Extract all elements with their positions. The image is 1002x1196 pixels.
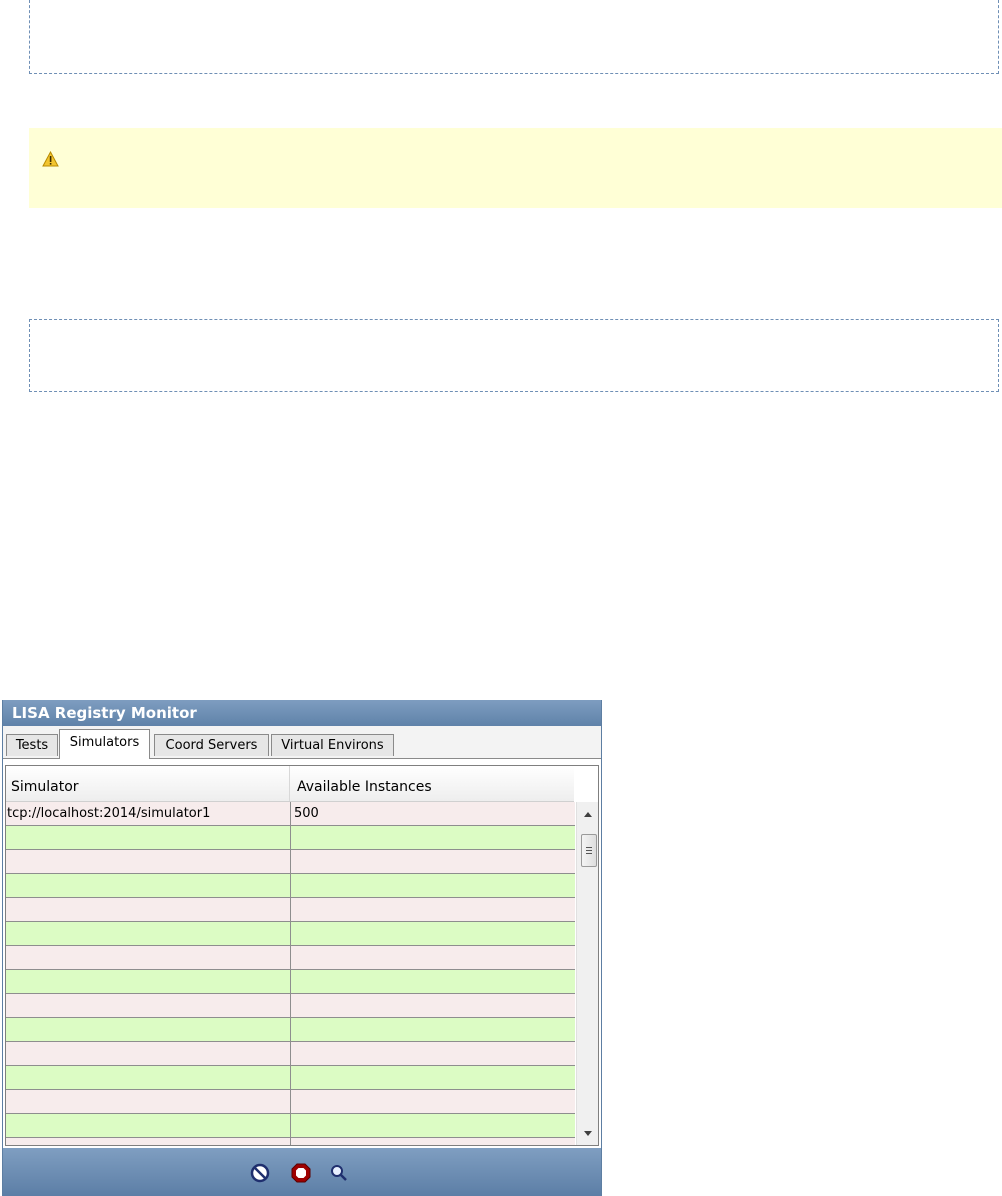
cell-available-instances[interactable]: [291, 874, 575, 897]
registry-monitor-window: LISA Registry Monitor Tests Simulators C…: [2, 700, 602, 1196]
cancel-icon[interactable]: [249, 1162, 271, 1184]
cell-simulator[interactable]: [6, 898, 291, 921]
table-row[interactable]: [6, 1066, 575, 1090]
cell-available-instances[interactable]: [291, 946, 575, 969]
simulators-table: Simulator Available Instances tcp://loca…: [5, 765, 599, 1146]
cell-simulator[interactable]: [6, 994, 291, 1017]
cell-available-instances[interactable]: [291, 922, 575, 945]
page: LISA Registry Monitor Tests Simulators C…: [0, 0, 1002, 1196]
cell-simulator[interactable]: [6, 1090, 291, 1113]
cell-available-instances[interactable]: [291, 1042, 575, 1065]
cell-available-instances[interactable]: 500: [291, 802, 575, 825]
table-row[interactable]: [6, 1090, 575, 1114]
column-header-simulator[interactable]: Simulator: [6, 766, 290, 801]
cell-simulator[interactable]: [6, 1114, 291, 1137]
table-row[interactable]: [6, 1042, 575, 1066]
tab-tests[interactable]: Tests: [6, 734, 58, 756]
cell-simulator[interactable]: [6, 970, 291, 993]
warning-panel: [29, 128, 1002, 208]
table-row[interactable]: [6, 1138, 575, 1145]
cell-simulator[interactable]: [6, 1066, 291, 1089]
dashed-panel-top: [29, 0, 999, 74]
cell-simulator[interactable]: [6, 874, 291, 897]
search-icon[interactable]: [328, 1162, 350, 1184]
table-row[interactable]: [6, 1114, 575, 1138]
cell-simulator[interactable]: [6, 1138, 291, 1145]
tab-virtual-environs[interactable]: Virtual Environs: [271, 734, 394, 756]
grip-line: [586, 853, 592, 854]
table-body: tcp://localhost:2014/simulator1 500: [6, 802, 575, 1145]
cell-available-instances[interactable]: [291, 826, 575, 849]
table-header: Simulator Available Instances: [6, 766, 574, 802]
tab-strip: Tests Simulators Coord Servers Virtual E…: [3, 726, 601, 759]
window-title: LISA Registry Monitor: [3, 700, 601, 726]
scroll-thumb[interactable]: [581, 834, 597, 867]
cell-simulator[interactable]: [6, 1042, 291, 1065]
table-row[interactable]: [6, 946, 575, 970]
dashed-panel-bottom: [29, 319, 999, 392]
cell-simulator[interactable]: [6, 826, 291, 849]
cell-available-instances[interactable]: [291, 1114, 575, 1137]
grip-line: [586, 850, 592, 851]
cell-available-instances[interactable]: [291, 1090, 575, 1113]
table-row[interactable]: [6, 970, 575, 994]
cell-available-instances[interactable]: [291, 1018, 575, 1041]
cell-available-instances[interactable]: [291, 898, 575, 921]
cell-available-instances[interactable]: [291, 994, 575, 1017]
tab-coord-servers[interactable]: Coord Servers: [154, 734, 269, 756]
cell-simulator[interactable]: [6, 850, 291, 873]
table-row[interactable]: [6, 898, 575, 922]
vertical-scrollbar[interactable]: [576, 802, 598, 1145]
monitor-footer-toolbar: [3, 1148, 601, 1196]
warning-icon: [42, 151, 59, 167]
grip-line: [586, 847, 592, 848]
table-row[interactable]: tcp://localhost:2014/simulator1 500: [6, 802, 575, 826]
scroll-down-arrow-icon[interactable]: [584, 1131, 592, 1136]
tab-simulators[interactable]: Simulators: [59, 729, 150, 759]
scroll-up-arrow-icon[interactable]: [584, 812, 592, 817]
table-row[interactable]: [6, 850, 575, 874]
table-row[interactable]: [6, 922, 575, 946]
cell-available-instances[interactable]: [291, 970, 575, 993]
table-row[interactable]: [6, 994, 575, 1018]
column-header-available-instances[interactable]: Available Instances: [291, 766, 574, 801]
table-row[interactable]: [6, 1018, 575, 1042]
cell-available-instances[interactable]: [291, 1066, 575, 1089]
table-row[interactable]: [6, 874, 575, 898]
cell-simulator[interactable]: [6, 1018, 291, 1041]
cell-available-instances[interactable]: [291, 850, 575, 873]
stop-icon[interactable]: [290, 1162, 312, 1184]
cell-available-instances[interactable]: [291, 1138, 575, 1145]
cell-simulator[interactable]: [6, 946, 291, 969]
cell-simulator[interactable]: [6, 922, 291, 945]
table-row[interactable]: [6, 826, 575, 850]
cell-simulator[interactable]: tcp://localhost:2014/simulator1: [6, 802, 291, 825]
